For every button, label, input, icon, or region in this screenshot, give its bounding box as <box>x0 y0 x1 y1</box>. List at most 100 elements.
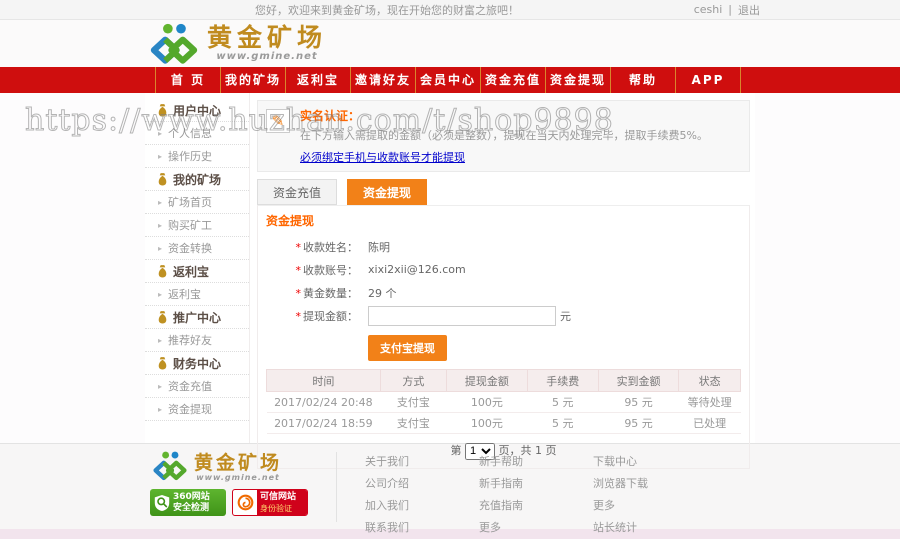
tab-recharge[interactable]: 资金充值 <box>257 179 337 205</box>
money-bag-icon <box>158 264 167 277</box>
arrow-icon: ▸ <box>158 381 163 391</box>
table-row: 2017/02/24 18:59 支付宝 100元 5 元 95 元 已处理 <box>266 412 741 434</box>
footer-logo-url: www.gmine.net <box>196 473 280 482</box>
arrow-icon: ▸ <box>158 335 163 345</box>
username-link[interactable]: ceshi <box>694 3 723 16</box>
nav-member-center[interactable]: 会员中心 <box>416 67 481 93</box>
footer-link-download-center[interactable]: 下载中心 <box>593 453 669 469</box>
alipay-withdraw-button[interactable]: 支付宝提现 <box>368 335 447 361</box>
section-title: 资金提现 <box>266 214 315 228</box>
footer-link-about[interactable]: 关于我们 <box>365 453 441 469</box>
payee-account-value: xixi2xii@126.com <box>368 263 466 276</box>
arrow-icon: ▸ <box>158 128 163 138</box>
nav-withdraw[interactable]: 资金提现 <box>546 67 611 93</box>
footer-link-newbie-guide[interactable]: 新手指南 <box>479 475 555 491</box>
nav-home[interactable]: 首 页 <box>155 67 221 93</box>
notice-box: ✎ 实名认证： 在下方输入需提取的金额（必须是整数），提现在当天内处理完毕，提取… <box>257 100 750 172</box>
col-time: 时间 <box>266 369 381 392</box>
payee-name-value: 陈明 <box>368 240 390 254</box>
gold-amount-label: 黄金数量： <box>303 286 358 300</box>
badge-360-security[interactable]: 360网站 安全检测 <box>150 489 226 516</box>
footer-link-stats[interactable]: 站长统计 <box>593 519 669 535</box>
nav-recharge[interactable]: 资金充值 <box>481 67 546 93</box>
cell-fee: 5 元 <box>527 391 599 413</box>
site-header: 黄金矿场 www.gmine.net <box>0 20 900 67</box>
arrow-icon: ▸ <box>158 243 163 253</box>
withdraw-history-table: 时间 方式 提现金额 手续费 实到金额 状态 2017/02/24 20:48 … <box>266 369 741 434</box>
sidebar-item-rebate[interactable]: ▸ 返利宝 <box>145 283 249 306</box>
footer: 黄金矿场 www.gmine.net 360网站 安全检测 可信网站 身份验证 … <box>0 443 900 534</box>
footer-link-newbie-help[interactable]: 新手帮助 <box>479 453 555 469</box>
cell-time: 2017/02/24 18:59 <box>266 412 381 434</box>
nav-app[interactable]: APP <box>676 67 741 93</box>
footer-link-more-1[interactable]: 更多 <box>479 519 555 535</box>
badge-360-line1: 360网站 <box>173 491 210 502</box>
sidebar-section-rebate: 返利宝 <box>145 260 249 283</box>
col-method: 方式 <box>379 369 448 392</box>
notice-link[interactable]: 必须绑定手机与收款账号才能提现 <box>300 149 465 165</box>
nav-invite[interactable]: 邀请好友 <box>351 67 416 93</box>
nav-my-mine[interactable]: 我的矿场 <box>221 67 286 93</box>
table-header-row: 时间 方式 提现金额 手续费 实到金额 状态 <box>266 369 741 392</box>
cell-fee: 5 元 <box>527 412 599 434</box>
site-logo[interactable]: 黄金矿场 www.gmine.net <box>145 23 327 65</box>
sidebar: 用户中心 ▸ 个人信息 ▸ 操作历史 我的矿场 ▸ 矿场首页 ▸ 购买矿工 ▸ … <box>145 93 250 443</box>
required-asterisk: * <box>295 240 302 254</box>
sidebar-section-finance: 财务中心 <box>145 352 249 375</box>
sidebar-item-buy-miner[interactable]: ▸ 购买矿工 <box>145 214 249 237</box>
form-row-payee-name: * 收款姓名： 陈明 <box>266 235 741 258</box>
badge-trusted-site[interactable]: 可信网站 身份验证 <box>232 489 308 516</box>
sidebar-item-mine-home[interactable]: ▸ 矿场首页 <box>145 191 249 214</box>
arrow-icon: ▸ <box>158 404 163 414</box>
nav-help[interactable]: 帮助 <box>611 67 676 93</box>
sidebar-item-invite[interactable]: ▸ 推荐好友 <box>145 329 249 352</box>
payee-account-label: 收款账号： <box>303 263 358 277</box>
withdraw-amount-input[interactable] <box>368 305 556 326</box>
cell-received: 95 元 <box>598 391 679 413</box>
sidebar-item-profile[interactable]: ▸ 个人信息 <box>145 122 249 145</box>
sidebar-item-history[interactable]: ▸ 操作历史 <box>145 145 249 168</box>
logo-icon <box>153 451 187 481</box>
cell-status: 已处理 <box>678 412 741 434</box>
badge-360-line2: 安全检测 <box>173 502 210 513</box>
money-bag-icon <box>158 172 167 185</box>
welcome-text: 您好，欢迎来到黄金矿场，现在开始您的财富之旅吧！ <box>255 3 519 17</box>
arrow-icon: ▸ <box>158 220 163 230</box>
table-row: 2017/02/24 20:48 支付宝 100元 5 元 95 元 等待处理 <box>266 391 741 413</box>
withdraw-amount-label: 提现金额： <box>303 309 358 323</box>
cell-received: 95 元 <box>598 412 679 434</box>
content-panel: ✎ 实名认证： 在下方输入需提取的金额（必须是整数），提现在当天内处理完毕，提取… <box>250 93 755 469</box>
money-bag-icon <box>158 103 167 116</box>
footer-link-company[interactable]: 公司介绍 <box>365 475 441 491</box>
cell-method: 支付宝 <box>380 391 447 413</box>
arrow-icon: ▸ <box>158 289 163 299</box>
footer-logo[interactable]: 黄金矿场 www.gmine.net <box>150 451 308 482</box>
form-row-payee-account: * 收款账号： xixi2xii@126.com <box>266 258 741 281</box>
col-status: 状态 <box>678 369 741 392</box>
notice-line: 在下方输入需提取的金额（必须是整数），提现在当天内处理完毕，提取手续费5%。 <box>300 129 708 142</box>
footer-link-join[interactable]: 加入我们 <box>365 497 441 513</box>
main-nav: 首 页 我的矿场 返利宝 邀请好友 会员中心 资金充值 资金提现 帮助 APP <box>0 67 900 93</box>
sidebar-item-fund-convert[interactable]: ▸ 资金转换 <box>145 237 249 260</box>
badge-trust-line1: 可信网站 <box>260 491 297 502</box>
footer-link-browser-download[interactable]: 浏览器下载 <box>593 475 669 491</box>
trust-swirl-icon <box>237 494 253 511</box>
footer-logo-title: 黄金矿场 <box>194 452 283 474</box>
footer-link-contact[interactable]: 联系我们 <box>365 519 441 535</box>
withdraw-section: 资金提现 * 收款姓名： 陈明 * 收款账号： xixi2xii@126.com *… <box>257 205 750 469</box>
footer-link-recharge-guide[interactable]: 充值指南 <box>479 497 555 513</box>
footer-link-more-2[interactable]: 更多 <box>593 497 669 513</box>
col-fee: 手续费 <box>526 369 599 392</box>
tab-withdraw[interactable]: 资金提现 <box>347 179 427 205</box>
nav-rebate[interactable]: 返利宝 <box>286 67 351 93</box>
cell-amount: 100元 <box>446 412 528 434</box>
sidebar-item-withdraw[interactable]: ▸ 资金提现 <box>145 398 249 421</box>
logout-link[interactable]: 退出 <box>738 2 760 18</box>
topbar-divider: | <box>728 3 732 16</box>
logo-url: www.gmine.net <box>216 50 318 62</box>
col-received: 实到金额 <box>597 369 680 392</box>
sidebar-item-recharge[interactable]: ▸ 资金充值 <box>145 375 249 398</box>
col-amount: 提现金额 <box>446 369 528 392</box>
cell-amount: 100元 <box>446 391 528 413</box>
money-bag-icon <box>158 356 167 369</box>
